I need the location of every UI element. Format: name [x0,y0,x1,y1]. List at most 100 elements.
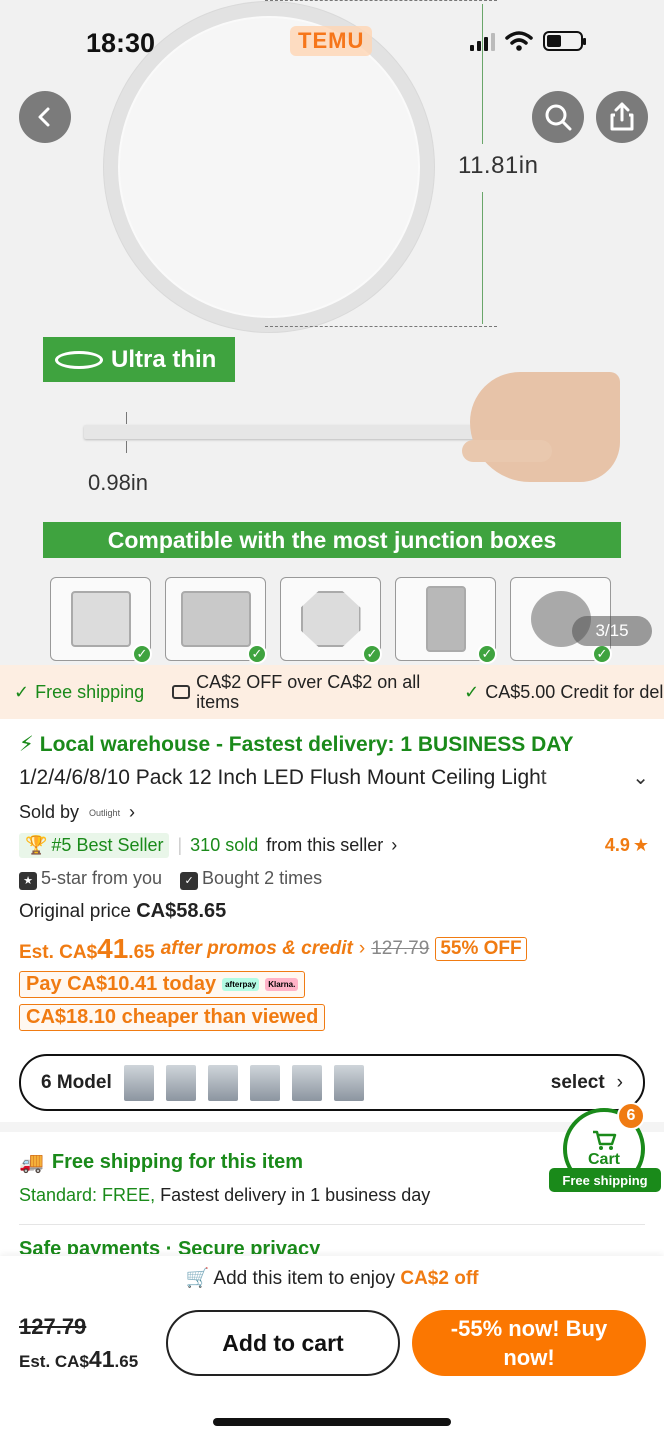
bottom-strike-price: 127.79 [19,1314,87,1339]
check-icon: ✓ [592,644,612,664]
promo-free-shipping[interactable]: ✓ Free shipping [0,682,158,703]
check-icon: ✓ [362,644,382,664]
seller-logo: Outlight [89,807,121,818]
model-thumbnail [165,1064,196,1101]
estimated-price: Est. CA$41.65 [19,932,155,964]
bag-icon: ✓ [180,871,199,890]
buy-now-button[interactable]: -55% now! Buy now! [412,1310,646,1376]
chevron-right-icon: › [391,835,398,855]
bought-stat: ✓ Bought 2 times [180,868,322,890]
bottom-price: 127.79 Est. CA$41.65 [19,1314,138,1373]
hand-finger-image [462,440,552,462]
after-promos-link[interactable]: after promos & credit [161,938,353,960]
cart-label: Cart [587,1151,620,1168]
diameter-label: 11.81in [458,152,539,179]
signal-icon [470,31,495,51]
estimated-price-row[interactable]: Est. CA$41.65 after promos & credit › 12… [19,933,649,965]
star-box-icon: ★ [19,871,37,890]
thickness-label: 0.98in [88,470,148,495]
star-icon: ★ [632,835,649,855]
back-button[interactable] [19,91,71,143]
shipping-title-text: Free shipping for this item [51,1151,304,1173]
discount-badge: 55% OFF [435,936,527,961]
safe-payments-row[interactable]: Safe payments · Secure privacy [19,1238,645,1254]
check-icon: ✓ [464,681,480,702]
search-icon [545,104,572,131]
search-button[interactable] [532,91,584,143]
cheaper-banner: CA$18.10 cheaper than viewed [19,1003,326,1031]
ring-icon [55,350,103,369]
strike-price: 127.79 [371,937,430,959]
select-label: select [550,1071,605,1093]
cart-count-badge: 6 [617,1102,645,1130]
battery-icon [543,31,586,51]
pay-today-text: Pay CA$10.41 today [26,972,217,995]
hand-image [470,372,620,482]
best-seller-row[interactable]: 🏆 #5 Best Seller | 310 sold from this se… [19,833,649,858]
divider [19,1224,645,1225]
promo-strip[interactable]: ✓ Free shipping CA$2 OFF over CA$2 on al… [0,665,664,719]
local-warehouse-banner: ⚡ Local warehouse - Fastest delivery: 1 … [19,732,649,757]
pay-today-banner[interactable]: Pay CA$10.41 today afterpay Klarna. [19,970,306,998]
temu-logo: TEMU [290,26,373,56]
dimension-line [265,326,497,327]
dimension-line [265,0,497,1]
rating[interactable]: 4.9 ★ [605,835,649,856]
sold-by-row[interactable]: Sold by Outlight › [19,802,649,823]
floating-cart[interactable]: Cart 6 Free shipping [549,1102,661,1192]
model-count: 6 Model [41,1071,112,1093]
truck-icon: 🚚 [19,1152,44,1174]
dimension-arrow [126,412,127,424]
rating-value: 4.9 [604,835,630,855]
wifi-icon [505,31,533,51]
junction-box-image: ✓ [165,577,267,664]
cart-plus-icon: 🛒 [185,1268,210,1289]
original-price-value: CA$58.65 [136,899,227,922]
original-price: Original price CA$58.65 [19,900,649,923]
product-title-row[interactable]: 1/2/4/6/8/10 Pack 12 Inch LED Flush Moun… [19,765,649,790]
bottom-action-bar: 🛒 Add this item to enjoy CA$2 off 127.79… [0,1256,664,1440]
chevron-down-icon[interactable]: ⌄ [632,765,649,790]
enjoy-text: Add this item to enjoy [213,1268,396,1289]
promo-coupon-text: CA$2 OFF over CA$2 on all items [196,672,421,712]
add-to-cart-button[interactable]: Add to cart [166,1310,400,1376]
model-thumbnail [291,1064,322,1101]
afterpay-logo: afterpay [222,977,260,991]
coupon-icon [172,685,191,699]
sold-count: 310 sold [190,835,259,855]
best-seller-badge: 🏆 #5 Best Seller [19,833,170,858]
model-thumbnail [123,1064,154,1101]
promo-credit[interactable]: ✓ CA$5.00 Credit for delay [450,682,664,703]
panel-side-view [84,425,530,439]
promo-credit-text: CA$5.00 Credit for delay [485,681,664,702]
junction-box-row: ✓ ✓ ✓ ✓ ✓ [50,577,612,664]
divider: | [177,835,183,855]
dimension-arrow [482,192,483,324]
junction-box-image: ✓ [50,577,152,664]
chevron-right-icon: › [616,1071,623,1093]
promo-coupon[interactable]: CA$2 OFF over CA$2 on all items [158,672,450,712]
home-indicator[interactable] [213,1418,451,1426]
ultra-thin-text: Ultra thin [111,345,217,373]
model-thumbnail [207,1064,238,1101]
promo-free-shipping-text: Free shipping [35,681,145,702]
enjoy-amount: CA$2 off [400,1268,479,1289]
image-counter: 3/15 [572,616,652,646]
check-icon: ✓ [477,644,497,664]
trophy-icon: 🏆 [25,835,48,855]
model-selector[interactable]: 6 Model select › [19,1054,645,1111]
ultra-thin-badge: Ultra thin [43,337,235,382]
purchase-stats: ★ 5-star from you ✓ Bought 2 times [19,868,649,890]
standard-label: Standard: FREE, [19,1185,156,1205]
status-icons [470,30,586,52]
original-price-label: Original price [19,900,131,922]
share-button[interactable] [596,91,648,143]
model-thumbnail [249,1064,280,1101]
junction-box-image: ✓ [280,577,382,664]
bottom-est-price: Est. CA$41.65 [19,1346,139,1372]
chevron-left-icon [38,107,50,127]
compatibility-banner: Compatible with the most junction boxes [43,522,621,558]
cart-icon [593,1130,617,1150]
check-icon: ✓ [14,681,30,702]
check-icon: ✓ [247,644,267,664]
